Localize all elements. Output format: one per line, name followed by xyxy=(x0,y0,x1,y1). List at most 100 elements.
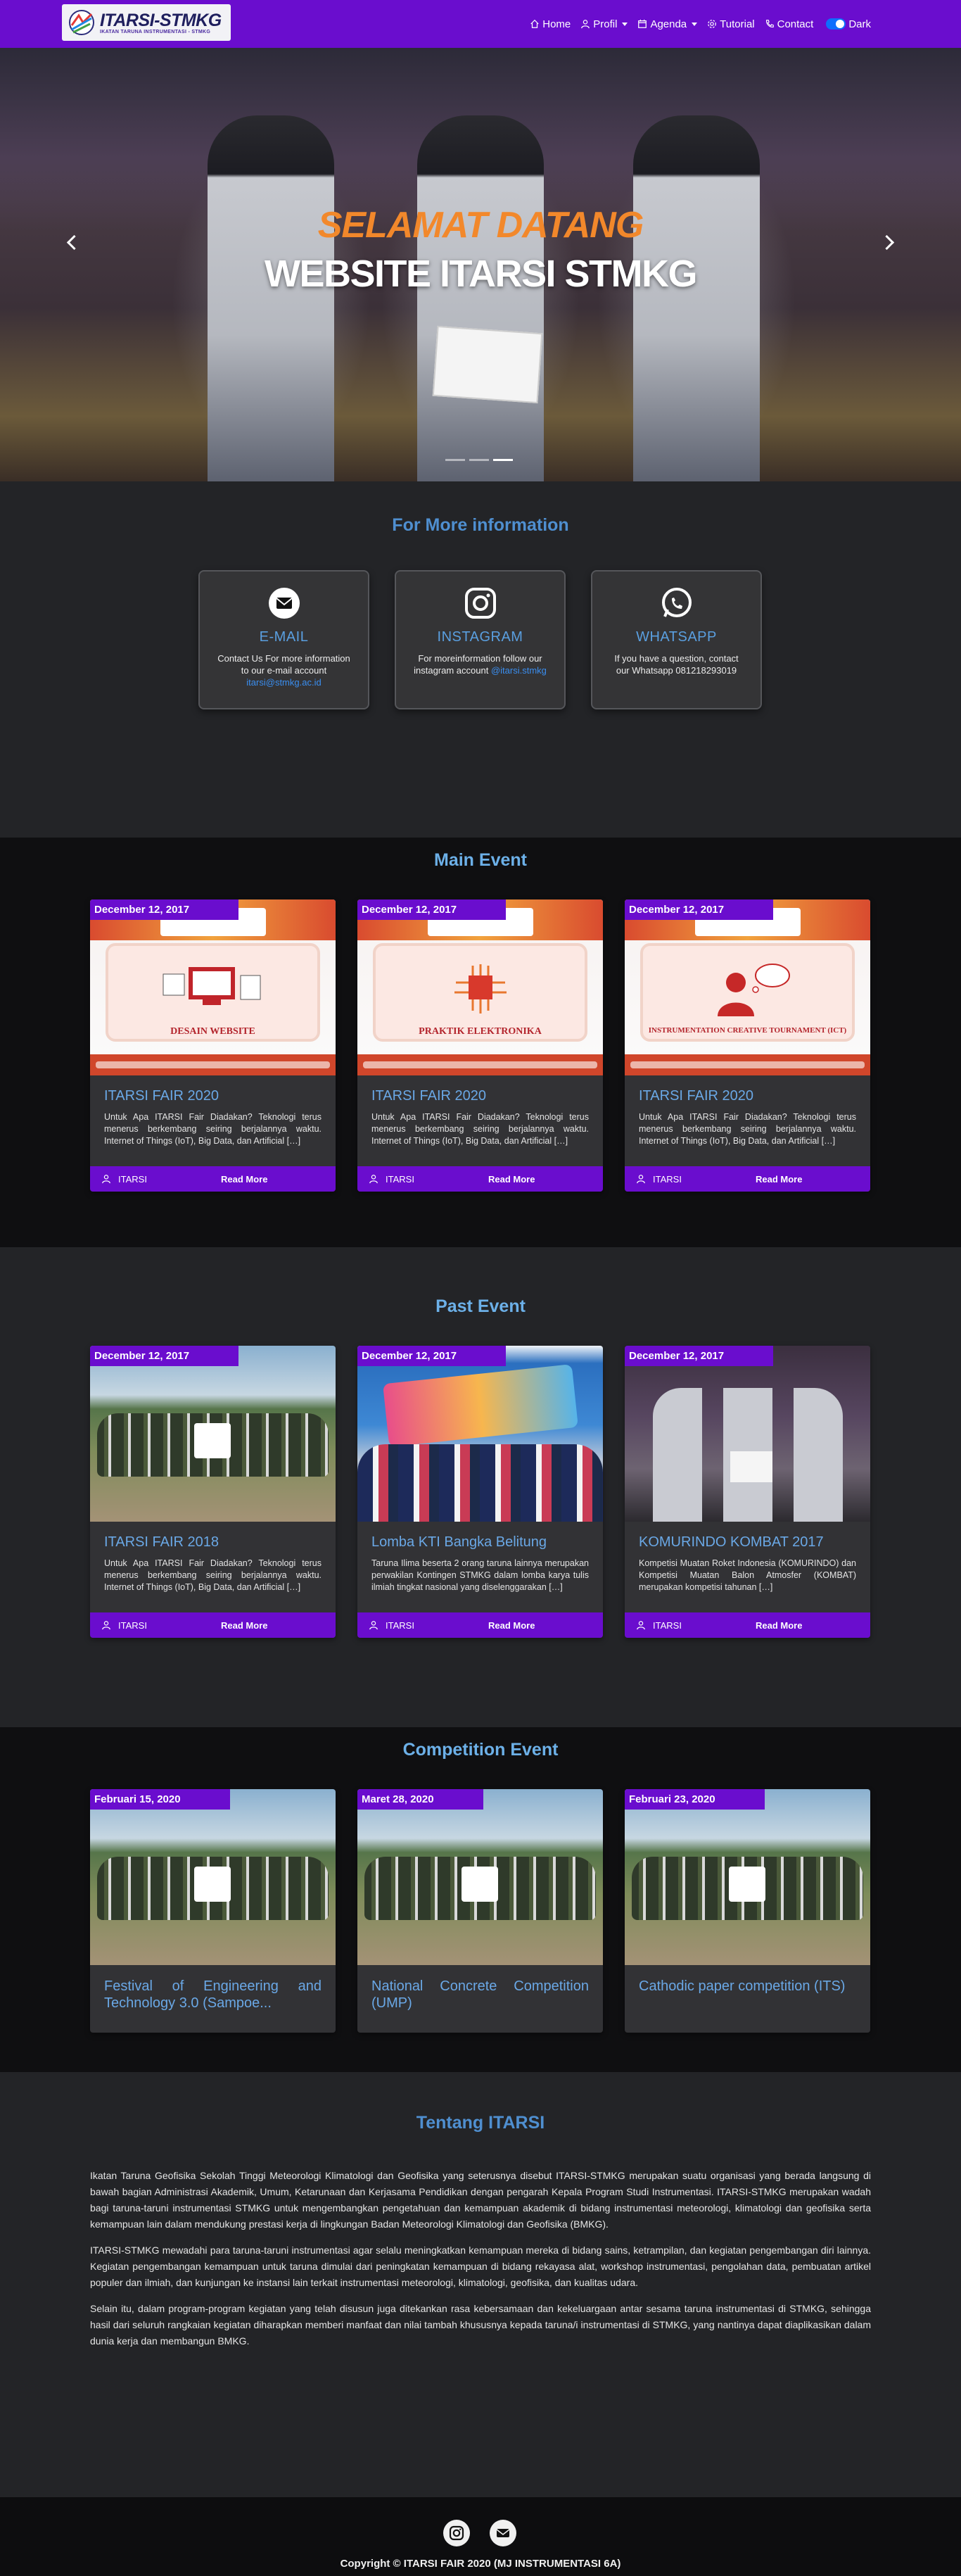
nav-home-label: Home xyxy=(542,18,571,30)
info-card-text: Contact Us For more information to our e… xyxy=(215,652,352,688)
web-design-icon xyxy=(163,967,260,1005)
carousel-prev-arrow-icon[interactable] xyxy=(62,232,83,253)
brand-logo-link[interactable]: ITARSI-STMKG IKATAN TARUNA INSTRUMENTASI… xyxy=(62,4,231,41)
competition-card-body: Festival of Engineering and Technology 3… xyxy=(90,1965,336,2019)
event-card-date: December 12, 2017 xyxy=(357,899,507,920)
event-card-date: December 12, 2017 xyxy=(90,1346,239,1366)
event-card-footer: ITARSI Read More xyxy=(90,1612,336,1638)
event-card-title[interactable]: KOMURINDO KOMBAT 2017 xyxy=(639,1534,856,1551)
event-card-image[interactable]: December 12, 2017 xyxy=(90,1346,336,1522)
event-card-author-name: ITARSI xyxy=(386,1173,414,1185)
read-more-link[interactable]: Read More xyxy=(488,1174,535,1185)
competition-card-image[interactable]: Februari 15, 2020 xyxy=(90,1789,336,1965)
event-card-image[interactable]: December 12, 2017 DESAIN WEBSITE xyxy=(90,899,336,1075)
event-card-description: Untuk Apa ITARSI Fair Diadakan? Teknolog… xyxy=(104,1558,322,1592)
event-card-image[interactable]: December 12, 2017 xyxy=(625,1346,870,1522)
event-card-author: ITARSI xyxy=(101,1620,221,1631)
main-event-cards: December 12, 2017 DESAIN WEBSITE ITARSI … xyxy=(90,899,870,1192)
about-section: Tentang ITARSI Ikatan Taruna Geofisika S… xyxy=(0,2072,961,2497)
event-card-image[interactable]: December 12, 2017 INSTRUMENTATION CREATI… xyxy=(625,899,870,1075)
competition-card-image[interactable]: Maret 28, 2020 xyxy=(357,1789,603,1965)
carousel-indicator-3[interactable] xyxy=(493,459,513,461)
competition-photo xyxy=(357,1346,603,1522)
competition-card-title[interactable]: Cathodic paper competition (ITS) xyxy=(639,1978,856,1995)
event-card: December 12, 2017 PRAKTIK ELEKTRONIKA IT… xyxy=(357,899,603,1192)
whatsapp-icon xyxy=(661,587,693,619)
carousel-indicator-2[interactable] xyxy=(469,459,489,461)
nav-tutorial-label: Tutorial xyxy=(720,18,755,30)
event-card-title[interactable]: ITARSI FAIR 2018 xyxy=(104,1534,322,1551)
event-card-description: Untuk Apa ITARSI Fair Diadakan? Teknolog… xyxy=(639,1112,856,1146)
user-icon xyxy=(102,1175,110,1184)
competition-card-date: Maret 28, 2020 xyxy=(357,1789,483,1810)
email-link[interactable]: itarsi@stmkg.ac.id xyxy=(246,677,321,688)
event-poster: PRAKTIK ELEKTRONIKA xyxy=(357,899,603,1075)
nav-profil-dropdown[interactable]: Profil xyxy=(580,18,628,30)
competition-card-title[interactable]: National Concrete Competition (UMP) xyxy=(371,1978,589,2012)
award-photo xyxy=(625,1346,870,1522)
competition-card-body: National Concrete Competition (UMP) xyxy=(357,1965,603,2019)
event-card-date: December 12, 2017 xyxy=(90,899,239,920)
instagram-icon[interactable] xyxy=(443,2520,470,2546)
event-card-title[interactable]: ITARSI FAIR 2020 xyxy=(371,1088,589,1104)
event-card-image[interactable]: December 12, 2017 xyxy=(357,1346,603,1522)
idea-thinking-icon xyxy=(717,964,790,1016)
dark-mode-toggle[interactable] xyxy=(826,18,846,30)
footer-social-icons xyxy=(443,2520,516,2546)
nav-contact-label: Contact xyxy=(777,18,814,30)
event-card-date: December 12, 2017 xyxy=(357,1346,507,1366)
event-card-author: ITARSI xyxy=(636,1174,756,1185)
read-more-link[interactable]: Read More xyxy=(756,1620,802,1631)
nav-tutorial[interactable]: Tutorial xyxy=(707,18,755,30)
event-card-author-name: ITARSI xyxy=(653,1173,682,1185)
event-card-title[interactable]: ITARSI FAIR 2020 xyxy=(104,1088,322,1104)
about-paragraph: Ikatan Taruna Geofisika Sekolah Tinggi M… xyxy=(90,2170,871,2230)
about-paragraph: Selain itu, dalam program-program kegiat… xyxy=(90,2303,871,2347)
instagram-icon xyxy=(464,587,497,619)
event-card-description: Kompetisi Muatan Roket Indonesia (KOMURI… xyxy=(639,1558,856,1592)
home-icon xyxy=(530,19,539,28)
event-card-author-name: ITARSI xyxy=(118,1173,147,1185)
competition-card-image[interactable]: Februari 23, 2020 xyxy=(625,1789,870,1965)
nav-contact[interactable]: Contact xyxy=(765,18,814,30)
read-more-link[interactable]: Read More xyxy=(221,1620,267,1631)
group-photo xyxy=(90,1346,336,1522)
nav-agenda-dropdown[interactable]: Agenda xyxy=(637,18,698,30)
read-more-link[interactable]: Read More xyxy=(756,1174,802,1185)
group-photo xyxy=(90,1789,336,1965)
event-card-author: ITARSI xyxy=(369,1620,488,1631)
competition-card-title[interactable]: Festival of Engineering and Technology 3… xyxy=(104,1978,322,2012)
email-icon[interactable] xyxy=(490,2520,516,2546)
about-paragraph: ITARSI-STMKG mewadahi para taruna-taruni… xyxy=(90,2244,871,2288)
chevron-down-icon xyxy=(692,22,698,26)
event-card-author-name: ITARSI xyxy=(653,1620,682,1631)
nav-agenda-label: Agenda xyxy=(650,18,687,30)
info-card-title: WHATSAPP xyxy=(636,629,717,645)
instagram-link[interactable]: @itarsi.stmkg xyxy=(491,665,547,676)
event-card-author-name: ITARSI xyxy=(386,1620,414,1631)
hero-carousel: SELAMAT DATANG WEBSITE ITARSI STMKG xyxy=(0,48,961,481)
event-card-title[interactable]: ITARSI FAIR 2020 xyxy=(639,1088,856,1104)
event-card: December 12, 2017 INSTRUMENTATION CREATI… xyxy=(625,899,870,1192)
info-card-email: E-MAIL Contact Us For more information t… xyxy=(198,570,369,709)
gear-icon xyxy=(708,20,717,28)
poster-footer xyxy=(357,1054,603,1075)
event-card-author: ITARSI xyxy=(101,1174,221,1185)
event-card-footer: ITARSI Read More xyxy=(625,1612,870,1638)
dark-mode-switch[interactable]: Dark xyxy=(823,18,871,30)
read-more-link[interactable]: Read More xyxy=(488,1620,535,1631)
event-card-author: ITARSI xyxy=(636,1620,756,1631)
event-card-body: ITARSI FAIR 2020 Untuk Apa ITARSI Fair D… xyxy=(357,1075,603,1166)
competition-event-cards: Februari 15, 2020 Festival of Engineerin… xyxy=(90,1789,870,2033)
carousel-next-arrow-icon[interactable] xyxy=(878,232,899,253)
info-cards: E-MAIL Contact Us For more information t… xyxy=(198,570,762,709)
nav-home[interactable]: Home xyxy=(530,18,571,30)
carousel-indicator-1[interactable] xyxy=(445,459,465,461)
event-card-image[interactable]: December 12, 2017 PRAKTIK ELEKTRONIKA xyxy=(357,899,603,1075)
read-more-link[interactable]: Read More xyxy=(221,1174,267,1185)
hero-welcome-text: SELAMAT DATANG xyxy=(317,205,644,246)
event-card-title[interactable]: Lomba KTI Bangka Belitung xyxy=(371,1534,589,1551)
footer: Copyright © ITARSI FAIR 2020 (MJ INSTRUM… xyxy=(0,2497,961,2576)
group-photo xyxy=(625,1789,870,1965)
email-icon xyxy=(268,587,300,619)
